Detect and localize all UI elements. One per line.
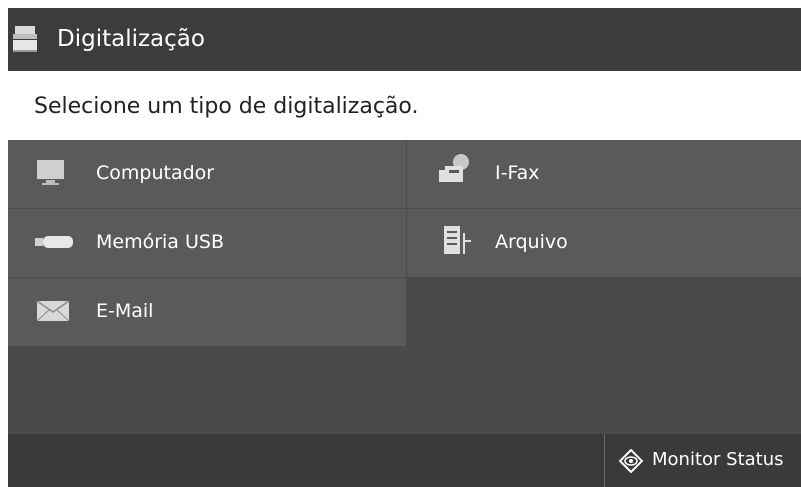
scan-to-usb-button[interactable]: Memória USB (8, 209, 406, 277)
content-spacer (8, 347, 801, 434)
scan-to-ifax-button[interactable]: I-Fax (407, 140, 801, 208)
computer-label: Computador (96, 162, 215, 184)
internet-fax-icon (439, 154, 469, 182)
email-label: E-Mail (96, 300, 154, 322)
page-title: Digitalização (57, 26, 205, 52)
scan-to-file-button[interactable]: Arquivo (407, 209, 801, 277)
monitor-status-button[interactable]: Monitor Status (605, 434, 801, 487)
envelope-icon (36, 300, 70, 322)
usb-drive-icon (35, 236, 73, 248)
status-bar: Monitor Status (8, 434, 801, 487)
file-server-icon (444, 226, 471, 254)
instruction-banner: Selecione um tipo de digitalização. (8, 71, 801, 140)
monitor-icon (37, 160, 64, 185)
status-monitor-icon (619, 449, 643, 473)
instruction-text: Selecione um tipo de digitalização. (34, 94, 419, 119)
ifax-label: I-Fax (495, 162, 540, 184)
scan-screen: Digitalização Selecione um tipo de digit… (8, 8, 801, 487)
monitor-status-label: Monitor Status (652, 449, 784, 470)
empty-tile-area (407, 278, 801, 346)
scan-document-icon (13, 26, 37, 52)
file-label: Arquivo (495, 231, 568, 253)
title-bar: Digitalização (8, 8, 801, 71)
scan-to-email-button[interactable]: E-Mail (8, 278, 406, 346)
usb-label: Memória USB (96, 231, 224, 253)
scan-to-computer-button[interactable]: Computador (8, 140, 406, 208)
